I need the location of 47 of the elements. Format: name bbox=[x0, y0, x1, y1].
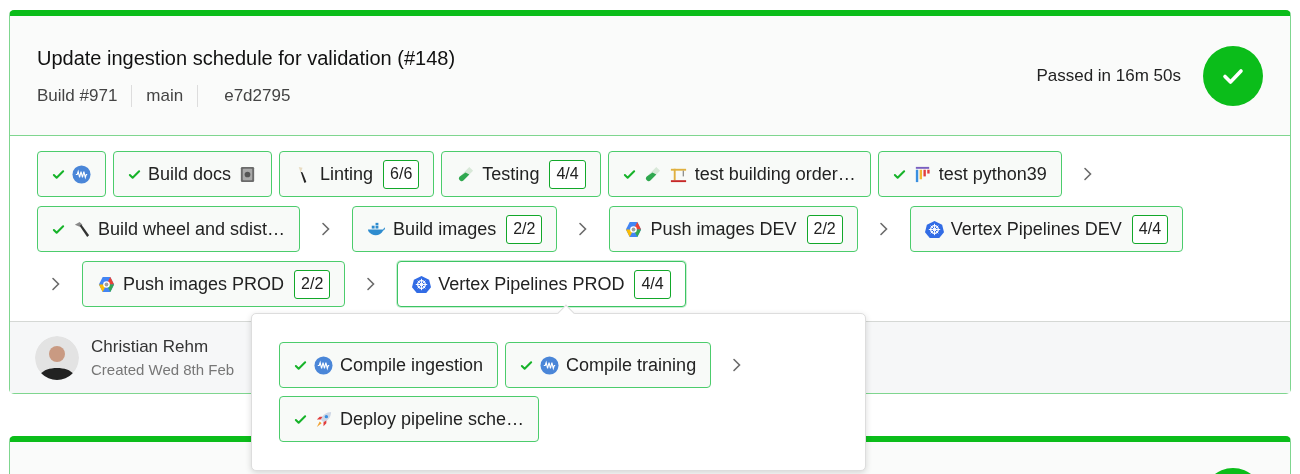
waveform-icon bbox=[540, 355, 560, 375]
helm-wheel-icon bbox=[412, 274, 432, 294]
job-count: 6/6 bbox=[383, 159, 420, 189]
build-meta: main bbox=[146, 84, 184, 107]
job-count: 2/2 bbox=[294, 269, 331, 299]
author-name: Christian Rehm bbox=[91, 335, 210, 358]
chevron-right-icon bbox=[578, 222, 589, 236]
pipeline-step[interactable]: Vertex Pipelines DEV 4/4 bbox=[909, 206, 1184, 252]
pipeline-step[interactable]: Compile training bbox=[505, 342, 712, 388]
build-meta: e7d2795 bbox=[223, 84, 291, 107]
job-count: 4/4 bbox=[634, 269, 671, 299]
hammer-icon bbox=[72, 219, 91, 239]
job-count: 4/4 bbox=[1131, 214, 1169, 244]
chevron-right-icon bbox=[51, 277, 61, 291]
build-title: Update ingestion schedule for validation (#148) bbox=[37, 45, 456, 71]
pipeline-step[interactable]: Push images DEV 2/2 bbox=[609, 206, 858, 252]
pipeline-step[interactable]: Build docs bbox=[113, 151, 273, 197]
pipeline-step[interactable]: Vertex Pipelines PROD 4/4 bbox=[397, 261, 686, 307]
chevron-right-icon bbox=[732, 358, 743, 372]
rocket-icon bbox=[314, 409, 333, 429]
pipeline-step[interactable] bbox=[37, 151, 106, 197]
helm-wheel-icon bbox=[924, 219, 944, 239]
avatar bbox=[35, 335, 79, 380]
chevron-right-icon bbox=[366, 277, 377, 291]
hexagon-icon bbox=[97, 274, 116, 294]
pipeline-step[interactable]: Deploy pipeline sche… bbox=[279, 396, 540, 442]
pipeline-step[interactable]: Build wheel and sdist… bbox=[37, 206, 301, 252]
pipeline-step[interactable]: test python39 bbox=[877, 151, 1062, 197]
pipeline-step[interactable]: Build images 2/2 bbox=[352, 206, 558, 252]
waveform-icon bbox=[72, 164, 91, 184]
pipeline-step[interactable]: Testing 4/4 bbox=[441, 151, 601, 197]
build-meta: Build #971 bbox=[37, 84, 118, 107]
job-count: 2/2 bbox=[806, 214, 843, 244]
created-date: Created Wed 8th Feb bbox=[91, 360, 235, 380]
test-tube-icon bbox=[456, 164, 476, 184]
chevron-right-icon bbox=[1082, 167, 1093, 181]
pipeline-step[interactable]: Push images PROD 2/2 bbox=[82, 261, 346, 307]
pipeline-step[interactable]: Compile ingestion bbox=[279, 342, 499, 388]
pipeline-step[interactable]: Linting 6/6 bbox=[279, 151, 435, 197]
build-status: Passed in 16m 50s bbox=[1036, 64, 1181, 87]
job-count: 2/2 bbox=[506, 214, 543, 244]
chevron-right-icon bbox=[878, 222, 889, 236]
waveform-icon bbox=[314, 355, 333, 375]
chevron-right-icon bbox=[321, 222, 332, 236]
hexagon-icon bbox=[624, 219, 644, 239]
job-count: 4/4 bbox=[549, 159, 586, 189]
pipeline-step[interactable]: test building order… bbox=[607, 151, 871, 197]
